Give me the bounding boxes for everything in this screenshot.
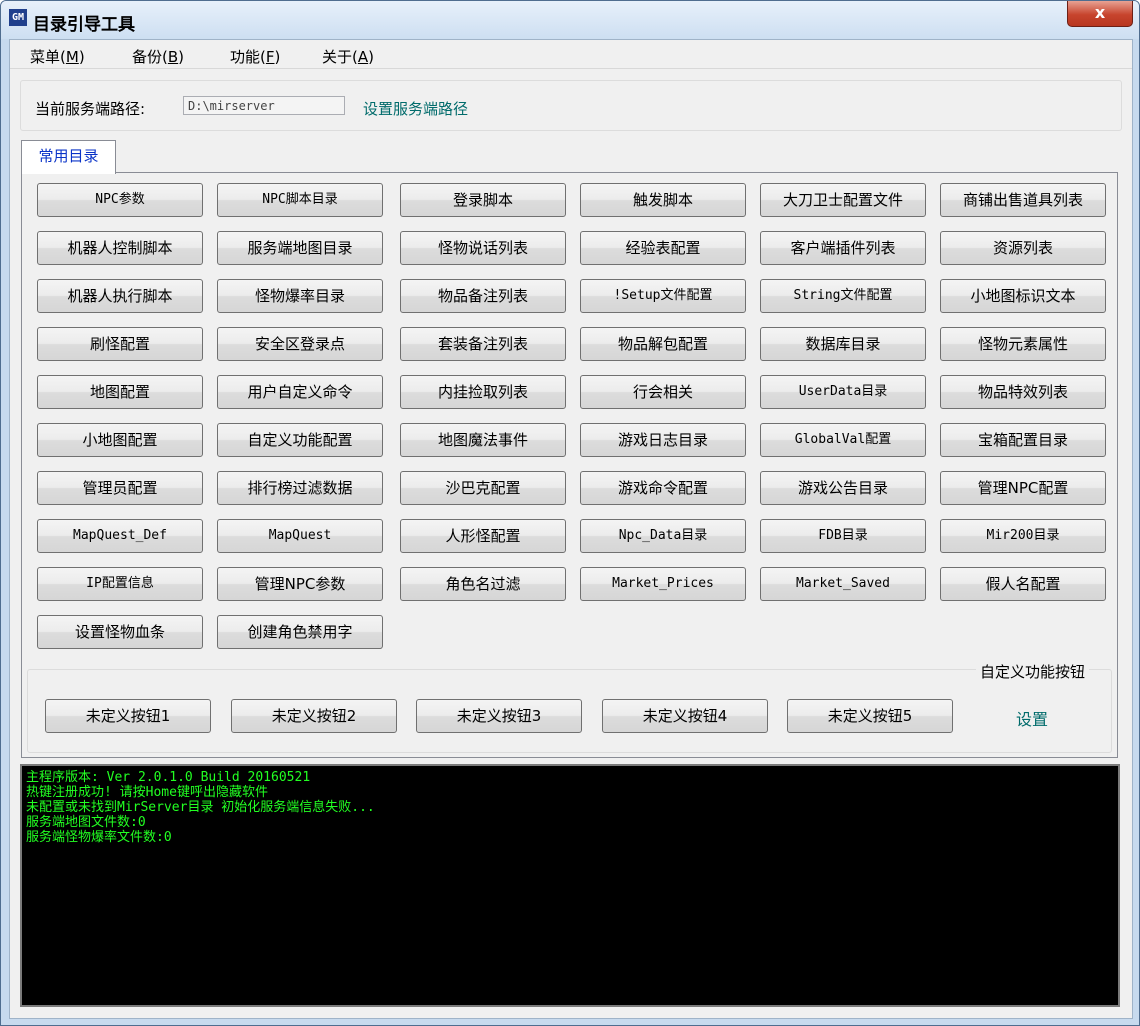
custom-button-2[interactable]: 未定义按钮2 xyxy=(231,699,397,733)
console-line: 未配置或未找到MirServer目录 初始化服务端信息失败... xyxy=(26,800,375,815)
console-line: 主程序版本: Ver 2.0.1.0 Build 20160521 xyxy=(26,770,311,785)
dir-button-6-4[interactable]: 游戏公告目录 xyxy=(760,471,926,505)
menu-item-0[interactable]: 菜单(M) xyxy=(30,46,85,67)
server-path-panel: 当前服务端路径: D:\mirserver 设置服务端路径 xyxy=(20,80,1122,131)
menu-item-3[interactable]: 关于(A) xyxy=(322,46,374,67)
dir-button-7-1[interactable]: MapQuest xyxy=(217,519,383,553)
custom-buttons-group-label: 自定义功能按钮 xyxy=(976,661,1090,682)
menu-item-text: 功能( xyxy=(230,48,266,66)
menu-item-hotkey: B xyxy=(167,48,179,66)
dir-button-4-4[interactable]: UserData目录 xyxy=(760,375,926,409)
dir-button-3-3[interactable]: 物品解包配置 xyxy=(580,327,746,361)
dir-button-3-0[interactable]: 刷怪配置 xyxy=(37,327,203,361)
dir-button-6-0[interactable]: 管理员配置 xyxy=(37,471,203,505)
dir-button-3-1[interactable]: 安全区登录点 xyxy=(217,327,383,361)
dir-button-7-4[interactable]: FDB目录 xyxy=(760,519,926,553)
dir-button-4-0[interactable]: 地图配置 xyxy=(37,375,203,409)
dir-button-1-2[interactable]: 怪物说话列表 xyxy=(400,231,566,265)
dir-button-4-3[interactable]: 行会相关 xyxy=(580,375,746,409)
dir-button-3-2[interactable]: 套装备注列表 xyxy=(400,327,566,361)
dir-button-3-5[interactable]: 怪物元素属性 xyxy=(940,327,1106,361)
menu-item-hotkey: M xyxy=(65,48,79,66)
window-title: 目录引导工具 xyxy=(33,15,135,35)
menu-item-text: 关于( xyxy=(322,48,358,66)
menu-bar: 菜单(M) 备份(B) 功能(F) 关于(A) xyxy=(10,40,1132,69)
menu-item-2[interactable]: 功能(F) xyxy=(230,46,280,67)
dir-button-2-2[interactable]: 物品备注列表 xyxy=(400,279,566,313)
custom-button-3[interactable]: 未定义按钮3 xyxy=(416,699,582,733)
dir-button-1-3[interactable]: 经验表配置 xyxy=(580,231,746,265)
dir-button-5-3[interactable]: 游戏日志目录 xyxy=(580,423,746,457)
dir-button-1-1[interactable]: 服务端地图目录 xyxy=(217,231,383,265)
dir-button-7-3[interactable]: Npc_Data目录 xyxy=(580,519,746,553)
app-logo-icon: GM xyxy=(9,9,27,26)
server-path-field[interactable]: D:\mirserver xyxy=(183,96,345,115)
server-path-label: 当前服务端路径: xyxy=(35,100,146,118)
dir-button-6-5[interactable]: 管理NPC配置 xyxy=(940,471,1106,505)
dir-button-0-1[interactable]: NPC脚本目录 xyxy=(217,183,383,217)
dir-button-0-0[interactable]: NPC参数 xyxy=(37,183,203,217)
dir-button-8-3[interactable]: Market_Prices xyxy=(580,567,746,601)
set-server-path-link[interactable]: 设置服务端路径 xyxy=(363,98,468,119)
dir-button-5-5[interactable]: 宝箱配置目录 xyxy=(940,423,1106,457)
log-console[interactable]: 主程序版本: Ver 2.0.1.0 Build 20160521 热键注册成功!… xyxy=(20,764,1120,1007)
menu-item-text: 菜单( xyxy=(30,48,66,66)
dir-button-8-2[interactable]: 角色名过滤 xyxy=(400,567,566,601)
console-line: 热键注册成功! 请按Home键呼出隐藏软件 xyxy=(26,785,268,800)
dir-button-6-3[interactable]: 游戏命令配置 xyxy=(580,471,746,505)
dir-button-5-0[interactable]: 小地图配置 xyxy=(37,423,203,457)
dir-button-8-0[interactable]: IP配置信息 xyxy=(37,567,203,601)
close-button[interactable]: x xyxy=(1067,1,1133,27)
menu-item-hotkey: A xyxy=(357,48,369,66)
dir-button-6-1[interactable]: 排行榜过滤数据 xyxy=(217,471,383,505)
menu-item-1[interactable]: 备份(B) xyxy=(132,46,184,67)
menu-item-text-end: ) xyxy=(274,48,281,66)
dir-button-0-5[interactable]: 商铺出售道具列表 xyxy=(940,183,1106,217)
tab-common-directories[interactable]: 常用目录 xyxy=(21,140,116,174)
dir-button-2-3[interactable]: !Setup文件配置 xyxy=(580,279,746,313)
dir-button-9-0[interactable]: 设置怪物血条 xyxy=(37,615,203,649)
client-area: 菜单(M) 备份(B) 功能(F) 关于(A) 当前服务端路径: D:\mirserv… xyxy=(9,39,1133,1019)
menu-item-text-end: ) xyxy=(178,48,185,66)
dir-button-5-4[interactable]: GlobalVal配置 xyxy=(760,423,926,457)
app-window: GM 目录引导工具 x 菜单(M) 备份(B) 功能(F) 关于(A) 当前服务端路径… xyxy=(0,0,1140,1026)
dir-button-3-4[interactable]: 数据库目录 xyxy=(760,327,926,361)
dir-button-5-1[interactable]: 自定义功能配置 xyxy=(217,423,383,457)
dir-button-1-5[interactable]: 资源列表 xyxy=(940,231,1106,265)
menu-item-text: 备份( xyxy=(132,48,168,66)
dir-button-6-2[interactable]: 沙巴克配置 xyxy=(400,471,566,505)
dir-button-2-1[interactable]: 怪物爆率目录 xyxy=(217,279,383,313)
custom-button-4[interactable]: 未定义按钮4 xyxy=(602,699,768,733)
console-line: 服务端怪物爆率文件数:0 xyxy=(26,830,172,845)
dir-button-8-5[interactable]: 假人名配置 xyxy=(940,567,1106,601)
console-line: 服务端地图文件数:0 xyxy=(26,815,146,830)
tab-panel: 自定义功能按钮 设置 NPC参数 NPC脚本目录 登录脚本 触发脚本 大刀卫士配置文件商… xyxy=(21,172,1118,758)
dir-button-1-4[interactable]: 客户端插件列表 xyxy=(760,231,926,265)
dir-button-8-4[interactable]: Market_Saved xyxy=(760,567,926,601)
menu-item-hotkey: F xyxy=(265,48,275,66)
dir-button-7-2[interactable]: 人形怪配置 xyxy=(400,519,566,553)
dir-button-4-1[interactable]: 用户自定义命令 xyxy=(217,375,383,409)
custom-button-1[interactable]: 未定义按钮1 xyxy=(45,699,211,733)
dir-button-0-2[interactable]: 登录脚本 xyxy=(400,183,566,217)
dir-button-4-2[interactable]: 内挂捡取列表 xyxy=(400,375,566,409)
dir-button-0-4[interactable]: 大刀卫士配置文件 xyxy=(760,183,926,217)
dir-button-4-5[interactable]: 物品特效列表 xyxy=(940,375,1106,409)
dir-button-2-5[interactable]: 小地图标识文本 xyxy=(940,279,1106,313)
dir-button-1-0[interactable]: 机器人控制脚本 xyxy=(37,231,203,265)
dir-button-5-2[interactable]: 地图魔法事件 xyxy=(400,423,566,457)
menu-item-text-end: ) xyxy=(368,48,374,66)
dir-button-2-4[interactable]: String文件配置 xyxy=(760,279,926,313)
dir-button-0-3[interactable]: 触发脚本 xyxy=(580,183,746,217)
dir-button-8-1[interactable]: 管理NPC参数 xyxy=(217,567,383,601)
custom-button-5[interactable]: 未定义按钮5 xyxy=(787,699,953,733)
dir-button-7-0[interactable]: MapQuest_Def xyxy=(37,519,203,553)
title-bar[interactable]: GM 目录引导工具 x xyxy=(1,1,1139,39)
dir-button-7-5[interactable]: Mir200目录 xyxy=(940,519,1106,553)
custom-buttons-settings-link[interactable]: 设置 xyxy=(1016,706,1048,730)
dir-button-2-0[interactable]: 机器人执行脚本 xyxy=(37,279,203,313)
menu-item-text-end: ) xyxy=(78,48,85,66)
dir-button-9-1[interactable]: 创建角色禁用字 xyxy=(217,615,383,649)
